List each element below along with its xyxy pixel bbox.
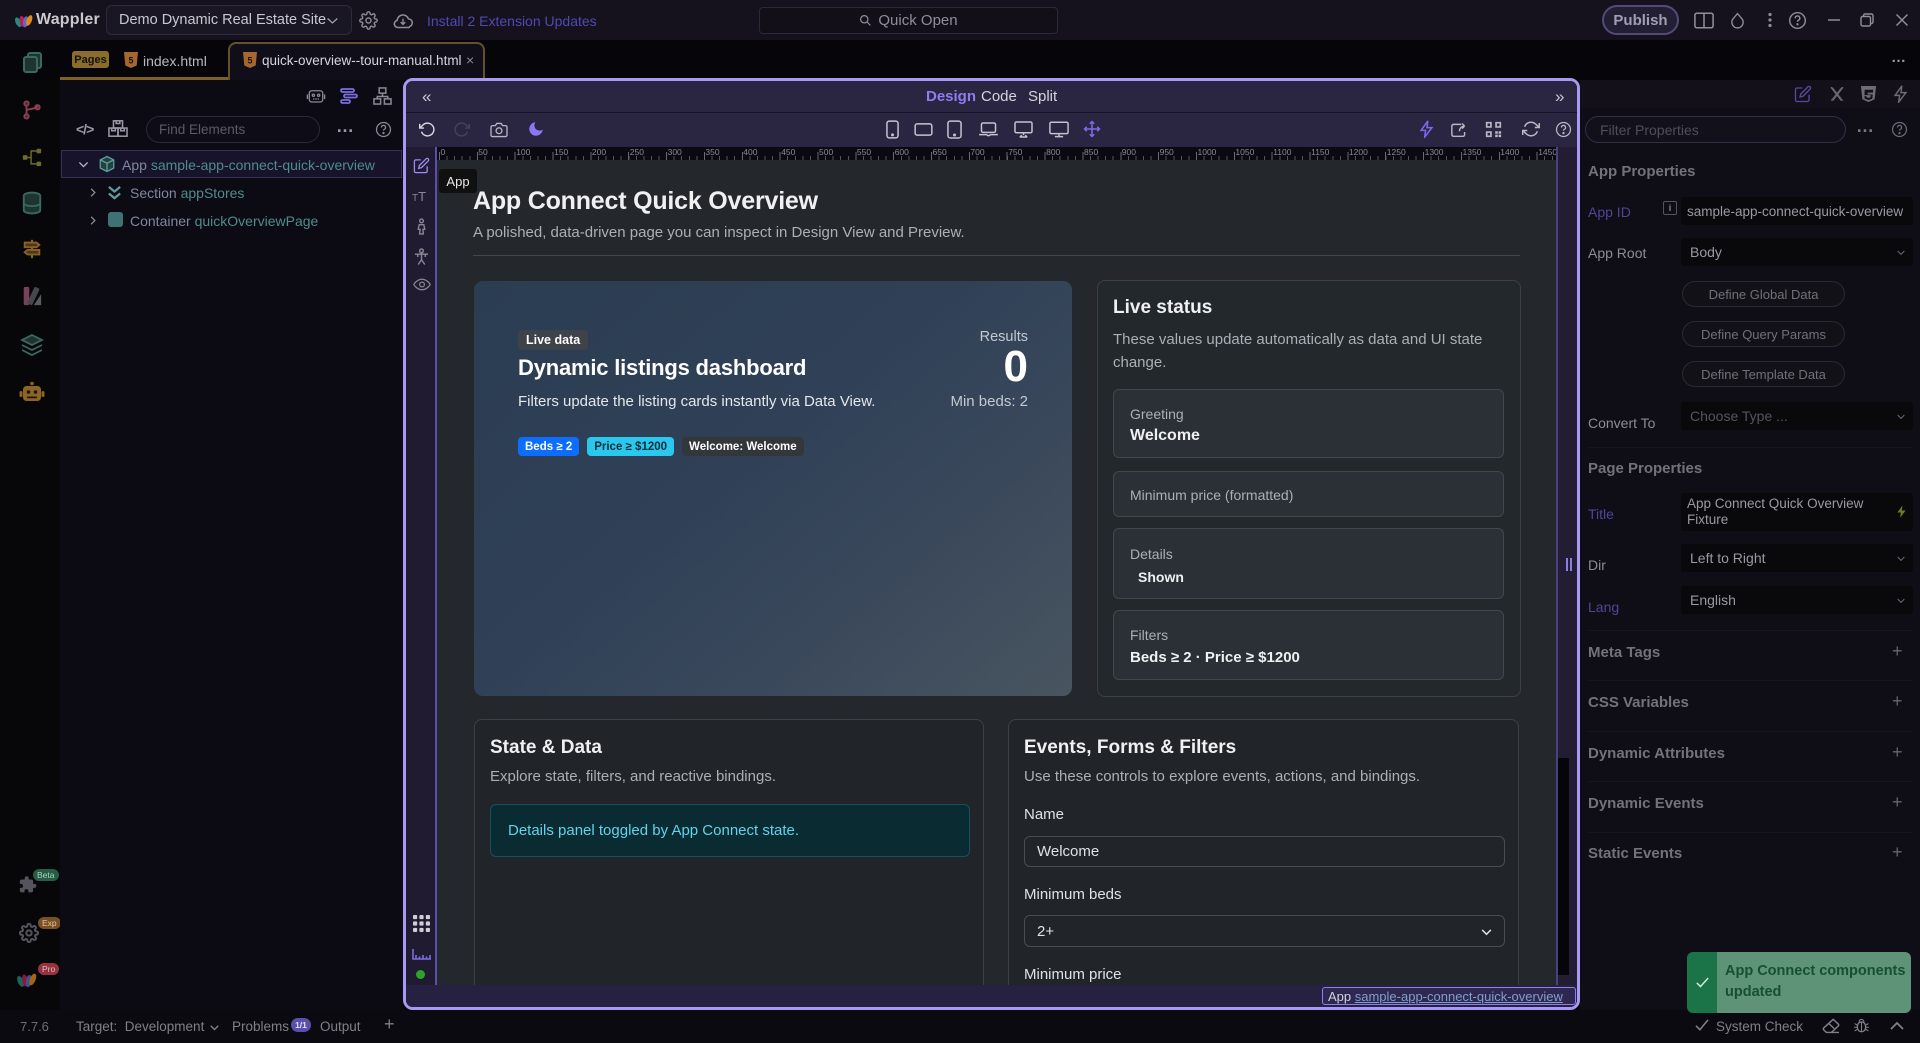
- svg-text:5: 5: [128, 56, 133, 66]
- svg-text:5: 5: [247, 56, 252, 66]
